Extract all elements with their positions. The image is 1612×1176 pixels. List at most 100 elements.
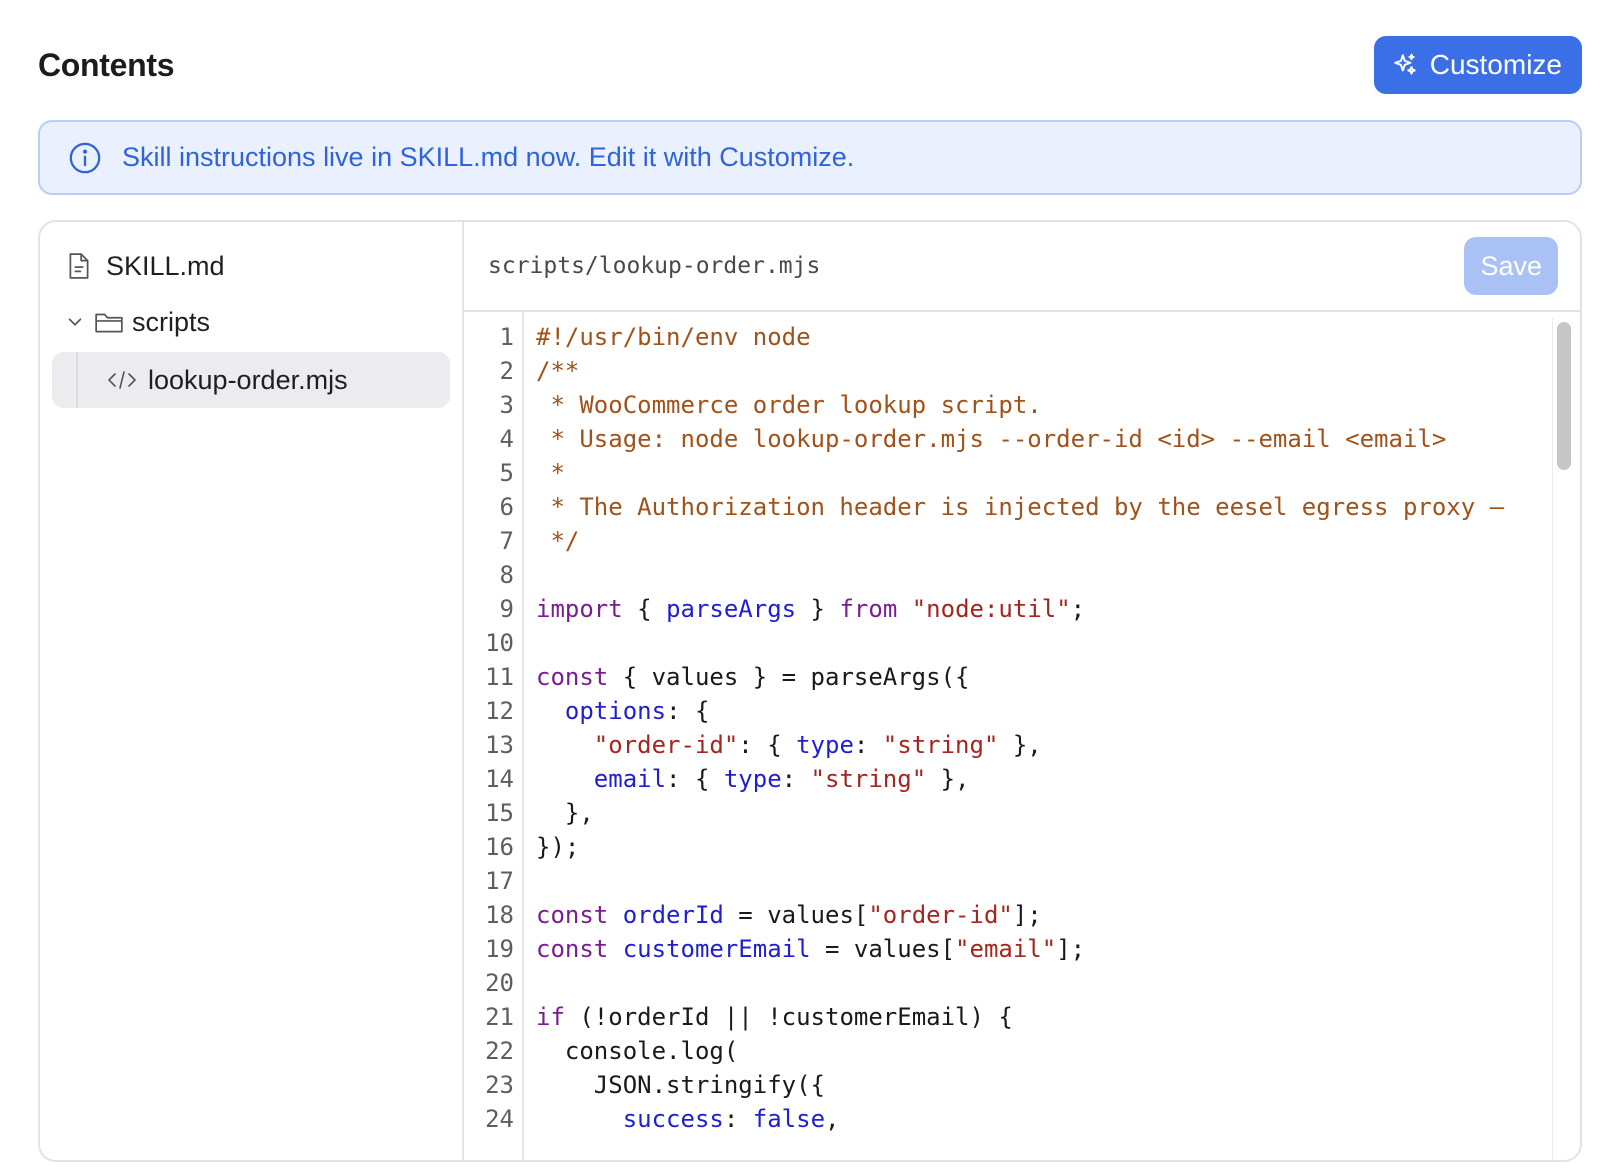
line-number: 7 (499, 527, 514, 555)
code-line: JSON.stringify({ (536, 1068, 1580, 1102)
page-title: Contents (38, 46, 175, 83)
code-token: }, (926, 765, 970, 793)
code-content[interactable]: #!/usr/bin/env node /** * WooCommerce ord… (524, 312, 1580, 1160)
code-token: #!/usr/bin/env node (536, 323, 811, 351)
line-number: 15 (485, 799, 514, 827)
line-number: 10 (485, 629, 514, 657)
code-line: * (536, 456, 1580, 490)
line-number: 22 (485, 1037, 514, 1065)
code-icon (106, 367, 138, 393)
code-line: * WooCommerce order lookup script. (536, 388, 1580, 422)
code-token: "order-id" (593, 731, 739, 759)
code-token: "string" (882, 731, 999, 759)
code-token: import (536, 595, 623, 623)
line-number: 4 (499, 425, 514, 453)
code-token: ]; (1012, 901, 1042, 929)
scrollbar-track (1552, 318, 1553, 1160)
code-token: console.log( (536, 1037, 739, 1065)
code-token: */ (536, 527, 580, 555)
line-number: 3 (499, 391, 514, 419)
code-line: import { parseArgs } from "node:util"; (536, 592, 1580, 626)
tree-item-lookup-order[interactable]: lookup-order.mjs (52, 352, 450, 408)
code-token: if (536, 1003, 565, 1031)
code-line: const { values } = parseArgs({ (536, 660, 1580, 694)
contents-header: Contents Customize (38, 36, 1582, 94)
contents-page: Contents Customize Skill instructions li… (0, 0, 1612, 1176)
code-token: : { (666, 697, 710, 725)
line-number: 20 (485, 969, 514, 997)
tree-item-label: SKILL.md (106, 250, 225, 281)
customize-button[interactable]: Customize (1373, 36, 1582, 94)
line-number: 19 (485, 935, 514, 963)
scrollbar-thumb[interactable] (1557, 322, 1571, 470)
line-number: 6 (499, 493, 514, 521)
code-token: /** (536, 357, 580, 385)
code-token: const (536, 935, 609, 963)
line-number: 8 (499, 561, 514, 589)
code-line: * The Authorization header is injected b… (536, 490, 1580, 524)
code-token: : (853, 731, 883, 759)
info-icon (68, 141, 102, 175)
line-number: 2 (499, 357, 514, 385)
code-token: : { (738, 731, 797, 759)
tree-item-skill-md[interactable]: SKILL.md (52, 238, 450, 294)
line-number-gutter: 1 2 3 4 5 6 7 8 9 10 11 12 13 14 15 16 17 18 19 20 21 22 23 24 (464, 312, 524, 1160)
line-number: 18 (485, 901, 514, 929)
info-banner: Skill instructions live in SKILL.md now.… (38, 120, 1582, 195)
file-panel: SKILL.md scripts lookup-order.mjs script… (38, 220, 1582, 1162)
code-token: ; (1070, 595, 1086, 623)
line-number: 12 (485, 697, 514, 725)
code-line: email: { type: "string" }, (536, 762, 1580, 796)
code-token: }, (998, 731, 1042, 759)
code-area[interactable]: 1 2 3 4 5 6 7 8 9 10 11 12 13 14 15 16 17 18 19 20 21 22 23 24 … (464, 312, 1580, 1160)
code-token: = values[ (723, 901, 869, 929)
info-banner-text: Skill instructions live in SKILL.md now.… (122, 142, 855, 172)
code-line: const customerEmail = values["email"]; (536, 932, 1580, 966)
code-token: }, (536, 799, 594, 827)
code-line: }, (536, 796, 1580, 830)
tree-item-label: scripts (132, 306, 211, 337)
code-token: type (723, 765, 782, 793)
code-token: (!orderId || !customerEmail) { (564, 1003, 1013, 1031)
line-number: 23 (485, 1071, 514, 1099)
code-token: success (622, 1105, 724, 1133)
code-token: const (536, 663, 609, 691)
code-line: */ (536, 524, 1580, 558)
code-line: * Usage: node lookup-order.mjs --order-i… (536, 422, 1580, 456)
line-number: 17 (485, 867, 514, 895)
vertical-scrollbar[interactable] (1552, 318, 1576, 1160)
code-line: #!/usr/bin/env node (536, 320, 1580, 354)
line-number: 13 (485, 731, 514, 759)
code-token: "order-id" (868, 901, 1013, 929)
save-button[interactable]: Save (1464, 237, 1558, 295)
code-token: { values } = parseArgs({ (608, 663, 970, 691)
code-token: * (536, 459, 565, 487)
tree-item-scripts-folder[interactable]: scripts (52, 294, 450, 350)
code-token: parseArgs (666, 595, 797, 623)
code-token: * WooCommerce order lookup script. (536, 391, 1042, 419)
code-line: "order-id": { type: "string" }, (536, 728, 1580, 762)
line-number: 1 (499, 323, 514, 351)
code-token: "email" (955, 935, 1057, 963)
file-tree: SKILL.md scripts lookup-order.mjs (40, 222, 464, 1160)
code-token: }); (536, 833, 580, 861)
code-token: email (593, 765, 667, 793)
code-token: ]; (1056, 935, 1086, 963)
code-token: JSON.stringify({ (536, 1071, 825, 1099)
file-path: scripts/lookup-order.mjs (488, 253, 821, 279)
chevron-down-icon (64, 311, 86, 333)
code-line: success: false, (536, 1102, 1580, 1136)
code-token: "string" (810, 765, 927, 793)
line-number: 21 (485, 1003, 514, 1031)
code-token: false (752, 1105, 826, 1133)
line-number: 16 (485, 833, 514, 861)
line-number: 11 (485, 663, 514, 691)
tree-item-label: lookup-order.mjs (148, 364, 348, 395)
